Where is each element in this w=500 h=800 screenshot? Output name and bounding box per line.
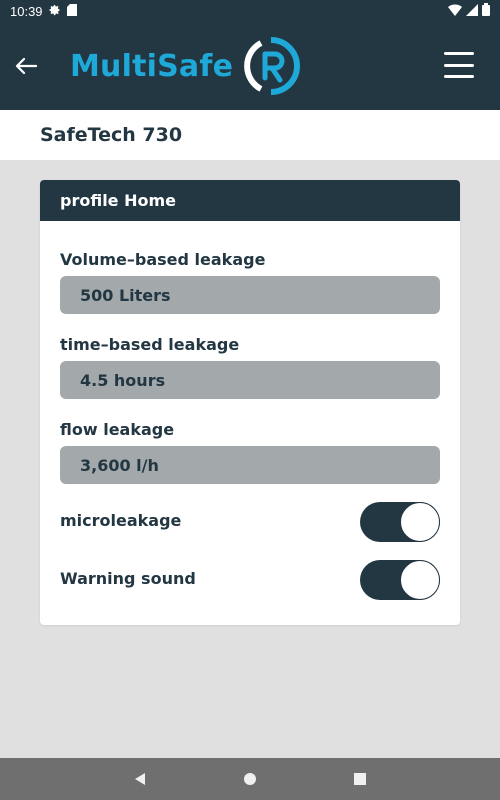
logo-text: MultiSafe [70,48,234,84]
profile-card-title: profile Home [40,180,460,221]
sd-card-icon [66,3,77,19]
menu-line [444,52,474,55]
microleakage-label: microleakage [60,511,182,530]
microleakage-toggle[interactable] [360,502,440,542]
warning-sound-toggle[interactable] [360,560,440,600]
triangle-back-icon [135,773,145,785]
app-logo: MultiSafe [70,36,301,96]
toggle-knob [400,560,440,600]
system-nav-bar [0,758,500,800]
circle-home-icon [244,773,256,785]
volume-leakage-label: Volume–based leakage [60,250,266,269]
toggle-knob [400,502,440,542]
profile-card: profile Home Volume–based leakage 500 Li… [40,180,460,625]
device-header: SafeTech 730 [0,110,500,160]
status-time: 10:39 [10,3,43,19]
flow-leakage-input[interactable]: 3,600 l/h [60,446,440,484]
status-bar: 10:39 [0,0,500,22]
device-name: SafeTech 730 [40,124,183,146]
arrow-left-icon [15,57,37,75]
battery-icon [482,3,490,19]
logo-emblem-icon [244,37,301,95]
time-leakage-input[interactable]: 4.5 hours [60,361,440,399]
app-bar: MultiSafe [0,22,500,110]
wifi-icon [448,3,462,19]
volume-leakage-input[interactable]: 500 Liters [60,276,440,314]
nav-back-button[interactable] [128,767,152,791]
menu-button[interactable] [444,52,474,78]
menu-line [444,75,474,78]
back-button[interactable] [12,52,40,80]
flow-leakage-label: flow leakage [60,420,175,439]
warning-sound-label: Warning sound [60,569,196,588]
time-leakage-label: time–based leakage [60,335,240,354]
settings-icon [49,4,61,19]
nav-recents-button[interactable] [348,767,372,791]
nav-home-button[interactable] [238,767,262,791]
square-recents-icon [354,773,366,785]
signal-icon [466,3,478,19]
menu-line [444,63,474,67]
